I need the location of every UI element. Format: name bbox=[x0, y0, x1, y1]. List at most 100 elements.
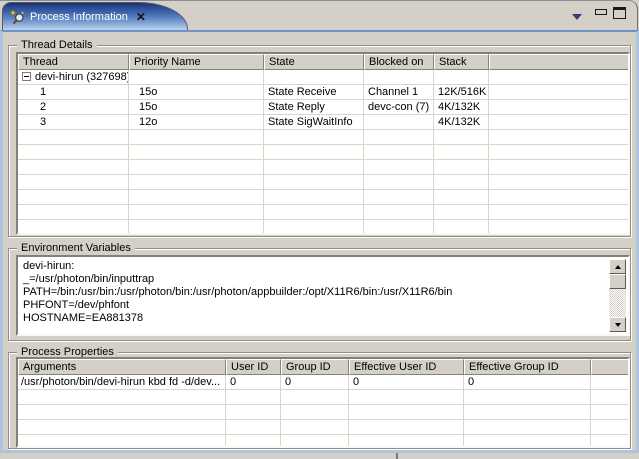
cell bbox=[364, 220, 434, 235]
cell: devc-con (7) bbox=[364, 100, 434, 115]
cell bbox=[281, 435, 349, 448]
cell bbox=[18, 145, 129, 160]
cell bbox=[364, 160, 434, 175]
cell bbox=[364, 145, 434, 160]
column-header-eff-user-id[interactable]: Effective User ID bbox=[349, 359, 464, 375]
cell bbox=[489, 100, 628, 115]
cell bbox=[18, 175, 129, 190]
cell bbox=[434, 205, 489, 220]
column-header-stack[interactable]: Stack bbox=[434, 54, 489, 70]
process-info-icon bbox=[9, 9, 25, 25]
empty-row bbox=[18, 145, 628, 160]
arguments-cell: /usr/photon/bin/devi-hirun kbd fd -d/dev… bbox=[18, 375, 226, 390]
env-scrollbar[interactable] bbox=[609, 259, 626, 332]
env-line: _=/usr/photon/bin/inputtrap bbox=[23, 273, 607, 286]
cell: 12o bbox=[129, 115, 264, 130]
scroll-down-icon[interactable] bbox=[609, 317, 626, 332]
env-line: devi-hirun: bbox=[23, 260, 607, 273]
tab-process-information[interactable]: Process Information ✕ bbox=[2, 2, 188, 30]
cell bbox=[264, 160, 364, 175]
group-id-cell: 0 bbox=[281, 375, 349, 390]
eff-user-id-cell: 0 bbox=[349, 375, 464, 390]
process-cell: devi-hirun (327698) bbox=[18, 70, 129, 85]
column-header-group-id[interactable]: Group ID bbox=[281, 359, 349, 375]
cell: State Receive bbox=[264, 85, 364, 100]
process-name: devi-hirun (327698) bbox=[35, 71, 129, 83]
expander-minus-icon[interactable] bbox=[22, 72, 31, 81]
cell: 4K/132K bbox=[434, 115, 489, 130]
cell: 3 bbox=[18, 115, 129, 130]
cell bbox=[349, 405, 464, 420]
cell bbox=[129, 220, 264, 235]
thread-row[interactable]: 312oState SigWaitInfo 4K/132K bbox=[18, 115, 628, 130]
cell bbox=[434, 220, 489, 235]
empty-row bbox=[18, 390, 628, 405]
thread-details-label: Thread Details bbox=[17, 39, 97, 52]
empty-row bbox=[18, 175, 628, 190]
column-header-state[interactable]: State bbox=[264, 54, 364, 70]
sash-handle[interactable] bbox=[396, 453, 398, 459]
cell bbox=[489, 115, 628, 130]
cell bbox=[434, 175, 489, 190]
cell bbox=[264, 130, 364, 145]
cell bbox=[129, 160, 264, 175]
cell bbox=[364, 115, 434, 130]
scrollbar-thumb[interactable] bbox=[609, 274, 626, 289]
cell bbox=[281, 420, 349, 435]
cell bbox=[226, 390, 281, 405]
props-table-header: Arguments User ID Group ID Effective Use… bbox=[18, 359, 628, 375]
minimize-icon[interactable] bbox=[595, 9, 607, 15]
cell bbox=[264, 70, 364, 85]
column-header-thread[interactable]: Thread bbox=[18, 54, 129, 70]
cell: 2 bbox=[18, 100, 129, 115]
cell bbox=[364, 205, 434, 220]
cell bbox=[364, 175, 434, 190]
empty-row bbox=[18, 435, 628, 448]
process-properties-table[interactable]: Arguments User ID Group ID Effective Use… bbox=[16, 357, 630, 448]
column-header-user-id[interactable]: User ID bbox=[226, 359, 281, 375]
cell bbox=[434, 145, 489, 160]
cell bbox=[489, 145, 628, 160]
thread-row[interactable]: 215oState Replydevc-con (7)4K/132K bbox=[18, 100, 628, 115]
column-header-blocked[interactable]: Blocked on bbox=[364, 54, 434, 70]
cell bbox=[18, 220, 129, 235]
cell bbox=[349, 420, 464, 435]
column-header-arguments[interactable]: Arguments bbox=[18, 359, 226, 375]
cell bbox=[489, 220, 628, 235]
cell bbox=[129, 70, 264, 85]
thread-row[interactable]: 115oState ReceiveChannel 112K/516K bbox=[18, 85, 628, 100]
column-header-priority[interactable]: Priority Name bbox=[129, 54, 264, 70]
cell bbox=[464, 405, 591, 420]
close-icon[interactable]: ✕ bbox=[136, 10, 146, 24]
cell bbox=[264, 190, 364, 205]
cell bbox=[18, 160, 129, 175]
cell bbox=[489, 205, 628, 220]
cell bbox=[226, 435, 281, 448]
cell bbox=[349, 435, 464, 448]
cell bbox=[489, 175, 628, 190]
maximize-icon[interactable] bbox=[613, 7, 626, 19]
thread-table[interactable]: Thread Priority Name State Blocked on St… bbox=[16, 52, 630, 235]
cell: Channel 1 bbox=[364, 85, 434, 100]
cell: State SigWaitInfo bbox=[264, 115, 364, 130]
cell bbox=[264, 175, 364, 190]
environment-variables-box[interactable]: devi-hirun:_=/usr/photon/bin/inputtrapPA… bbox=[16, 255, 630, 336]
cell: 4K/132K bbox=[434, 100, 489, 115]
cell bbox=[364, 130, 434, 145]
process-row[interactable]: devi-hirun (327698) bbox=[18, 70, 628, 85]
cell bbox=[489, 130, 628, 145]
cell bbox=[18, 405, 226, 420]
cell: 15o bbox=[129, 85, 264, 100]
column-header-eff-group-id[interactable]: Effective Group ID bbox=[464, 359, 591, 375]
cell: 1 bbox=[18, 85, 129, 100]
cell: 15o bbox=[129, 100, 264, 115]
cell bbox=[489, 85, 628, 100]
empty-row bbox=[18, 130, 628, 145]
cell bbox=[264, 205, 364, 220]
cell bbox=[129, 175, 264, 190]
view-menu-icon[interactable] bbox=[572, 14, 582, 20]
scroll-up-icon[interactable] bbox=[609, 259, 626, 274]
cell bbox=[281, 405, 349, 420]
cell bbox=[434, 130, 489, 145]
process-properties-row[interactable]: /usr/photon/bin/devi-hirun kbd fd -d/dev… bbox=[18, 375, 628, 390]
